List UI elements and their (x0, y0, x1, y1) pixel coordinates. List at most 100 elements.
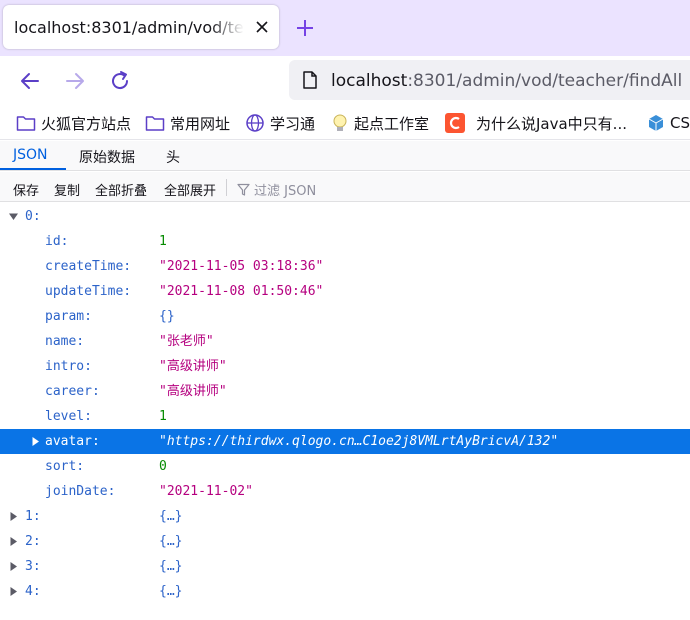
tree-row-level[interactable]: level: 1 (0, 404, 690, 429)
bookmark-xuexitong[interactable]: 学习通 (245, 112, 315, 134)
json-value: "2021-11-05 03:18:36" (159, 259, 324, 274)
json-key: param: (45, 309, 92, 324)
json-value: {…} (159, 534, 183, 549)
tree-row-4[interactable]: 4: {…} (0, 579, 690, 604)
new-tab-plus-icon[interactable] (292, 15, 318, 41)
json-key: 0: (25, 209, 41, 224)
address-bar[interactable]: localhost:8301/admin/vod/teacher/findAll (289, 60, 690, 100)
url-path: :8301/admin/vod/teacher/findAll (407, 71, 683, 91)
tree-row-career[interactable]: career: "高级讲师" (0, 379, 690, 404)
filter-icon (237, 183, 250, 196)
json-value: "2021-11-02" (159, 484, 253, 499)
json-value: 1 (159, 409, 167, 424)
json-key: 4: (25, 584, 41, 599)
json-key: id: (45, 234, 69, 249)
tree-row-joindate[interactable]: joinDate: "2021-11-02" (0, 479, 690, 504)
tree-row-createtime[interactable]: createTime: "2021-11-05 03:18:36" (0, 254, 690, 279)
bookmark-cs[interactable]: CS (647, 112, 690, 134)
bookmark-label: 学习通 (270, 114, 316, 133)
json-value: "高级讲师" (159, 384, 227, 399)
globe-icon (246, 114, 264, 132)
forward-arrow-icon[interactable] (62, 68, 88, 94)
json-key: level: (45, 409, 92, 424)
json-value: {} (159, 309, 175, 324)
json-key: sort: (45, 459, 85, 474)
tab-title: localhost:8301/admin/vod/teacher/findAll (14, 18, 244, 37)
close-icon[interactable] (252, 17, 272, 37)
json-key: createTime: (45, 259, 132, 274)
json-key: avatar: (45, 434, 100, 449)
json-key: intro: (45, 359, 92, 374)
json-key: 1: (25, 509, 41, 524)
bookmark-label: 火狐官方站点 (41, 114, 132, 133)
json-key: updateTime: (45, 284, 132, 299)
json-key: joinDate: (45, 484, 116, 499)
bulb-icon (333, 114, 347, 131)
folder-icon (16, 116, 36, 131)
copy-button[interactable]: 复制 (54, 180, 80, 199)
json-value: {…} (159, 559, 183, 574)
collapsed-chevron-icon[interactable] (9, 587, 18, 596)
json-key: career: (45, 384, 100, 399)
json-value: "高级讲师" (159, 359, 227, 374)
bookmark-firefox-official[interactable]: 火狐官方站点 (16, 112, 131, 134)
url-text[interactable]: localhost:8301/admin/vod/teacher/findAll (331, 71, 682, 91)
cube-icon (648, 115, 664, 131)
reload-icon[interactable] (107, 68, 133, 94)
collapse-all-button[interactable]: 全部折叠 (95, 180, 147, 199)
json-value: {…} (159, 509, 183, 524)
json-key: 2: (25, 534, 41, 549)
filter-json-input[interactable]: 过滤 JSON (237, 180, 316, 199)
navigation-bar: localhost:8301/admin/vod/teacher/findAll (0, 56, 690, 106)
csdn-icon (445, 113, 465, 133)
tree-row-updatetime[interactable]: updateTime: "2021-11-08 01:50:46" (0, 279, 690, 304)
toolbar-separator (226, 179, 227, 196)
tree-row-id[interactable]: id: 1 (0, 229, 690, 254)
tree-row-2[interactable]: 2: {…} (0, 529, 690, 554)
bookmark-label: 起点工作室 (354, 114, 430, 133)
collapsed-chevron-icon[interactable] (9, 537, 18, 546)
bookmark-label: 为什么说Java中只有... (476, 114, 627, 133)
tree-row-sort[interactable]: sort: 0 (0, 454, 690, 479)
json-key: name: (45, 334, 85, 349)
tree-row-3[interactable]: 3: {…} (0, 554, 690, 579)
bookmark-csdn-java[interactable]: 为什么说Java中只有... (445, 112, 627, 134)
json-value: "张老师" (159, 334, 214, 349)
url-host: localhost (331, 71, 408, 91)
tab-raw-data[interactable]: 原始数据 (79, 147, 135, 167)
json-value: {…} (159, 584, 183, 599)
tree-row-0[interactable]: 0: (0, 204, 690, 229)
back-arrow-icon[interactable] (17, 68, 43, 94)
bookmark-label: CS (670, 114, 690, 132)
folder-icon (145, 116, 165, 131)
json-key: 3: (25, 559, 41, 574)
json-value: "2021-11-08 01:50:46" (159, 284, 324, 299)
json-value: 0 (159, 459, 167, 474)
bookmark-common-sites[interactable]: 常用网址 (145, 112, 230, 134)
expanded-chevron-icon[interactable] (9, 212, 18, 221)
tab-headers[interactable]: 头 (166, 147, 180, 167)
tree-row-avatar[interactable]: avatar: "https://thirdwx.qlogo.cn…C1oe2j… (0, 429, 690, 454)
page-icon[interactable] (302, 71, 318, 89)
tab-json[interactable]: JSON (13, 147, 48, 163)
bookmarks-toolbar: 火狐官方站点 常用网址 学习通 起点工作室 为什么说Java中只有... CS (0, 106, 690, 140)
json-value: 1 (159, 234, 167, 249)
tree-row-intro[interactable]: intro: "高级讲师" (0, 354, 690, 379)
json-tree: 0: id: 1 createTime: "2021-11-05 03:18:3… (0, 203, 690, 620)
tab-strip: localhost:8301/admin/vod/teacher/findAll (0, 0, 690, 56)
json-viewer-tabs: JSON 原始数据 头 (0, 141, 690, 171)
expand-all-button[interactable]: 全部展开 (164, 180, 216, 199)
save-button[interactable]: 保存 (13, 180, 39, 199)
json-toolbar: 保存 复制 全部折叠 全部展开 过滤 JSON (0, 172, 690, 202)
tree-row-name[interactable]: name: "张老师" (0, 329, 690, 354)
browser-tab-active[interactable]: localhost:8301/admin/vod/teacher/findAll (3, 5, 279, 49)
tree-row-1[interactable]: 1: {…} (0, 504, 690, 529)
filter-placeholder: 过滤 JSON (254, 184, 317, 199)
collapsed-chevron-icon[interactable] (9, 512, 18, 521)
bookmark-qidian-studio[interactable]: 起点工作室 (331, 112, 429, 134)
tree-row-param[interactable]: param: {} (0, 304, 690, 329)
collapsed-chevron-icon[interactable] (9, 562, 18, 571)
bookmark-label: 常用网址 (170, 114, 231, 133)
collapsed-chevron-icon[interactable] (31, 437, 40, 446)
active-tab-indicator (0, 168, 66, 170)
